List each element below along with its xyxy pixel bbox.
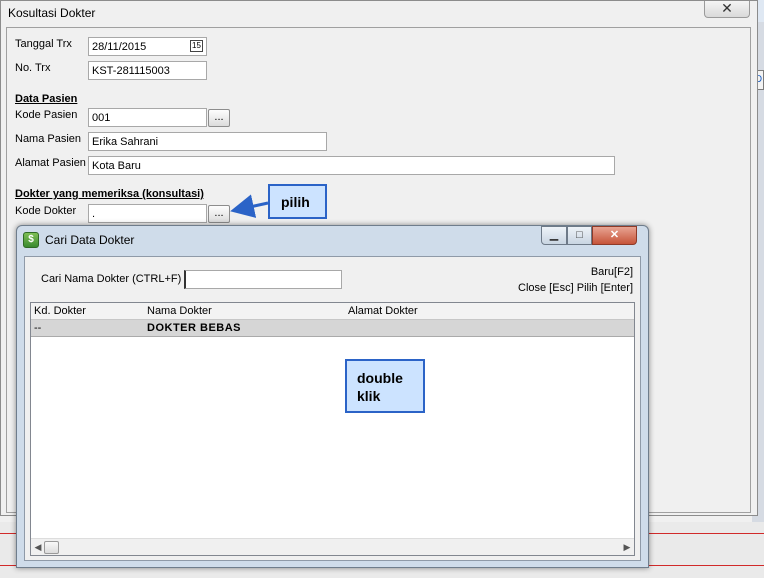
hint-pilih: Pilih [Enter]	[576, 282, 633, 294]
scroll-right-icon[interactable]: ▶	[620, 540, 634, 555]
cari-close-button[interactable]: ✕	[592, 226, 637, 245]
row-nama: DOKTER BEBAS	[147, 322, 242, 334]
table-row[interactable]: -- DOKTER BEBAS	[31, 320, 634, 337]
maximize-button[interactable]: □	[567, 226, 592, 245]
grid-header: Kd. Dokter Nama Dokter Alamat Dokter	[31, 303, 634, 320]
column-header-alamat[interactable]: Alamat Dokter	[348, 305, 418, 317]
dokter-grid: Kd. Dokter Nama Dokter Alamat Dokter -- …	[30, 302, 635, 556]
row-kode: --	[34, 322, 42, 334]
cari-dialog-title: Cari Data Dokter	[45, 233, 135, 247]
close-icon: ✕	[609, 229, 620, 241]
minimize-icon: ▁	[549, 229, 559, 241]
search-input[interactable]	[184, 270, 342, 289]
app-icon: $	[23, 232, 39, 248]
double-klik-line1: double	[357, 370, 403, 386]
cari-data-dokter-dialog: $ Cari Data Dokter ▁ □ ✕ Cari Nama Dokte…	[16, 225, 649, 568]
minimize-button[interactable]: ▁	[541, 226, 567, 245]
column-header-nama[interactable]: Nama Dokter	[147, 305, 212, 317]
hint-close: Close [Esc]	[518, 282, 574, 294]
double-klik-callout: double klik	[345, 359, 425, 413]
scroll-left-icon[interactable]: ◀	[31, 540, 45, 555]
double-klik-line2: klik	[357, 388, 381, 404]
scroll-thumb[interactable]	[44, 541, 59, 554]
column-header-kode[interactable]: Kd. Dokter	[34, 305, 86, 317]
search-label: Cari Nama Dokter (CTRL+F)	[41, 273, 182, 285]
pilih-arrow	[230, 194, 269, 218]
maximize-icon: □	[576, 229, 583, 241]
hint-baru: Baru[F2]	[590, 266, 633, 278]
cari-dialog-body: Cari Nama Dokter (CTRL+F) Baru[F2] Close…	[24, 256, 641, 561]
horizontal-scrollbar[interactable]: ◀ ▶	[31, 538, 634, 555]
